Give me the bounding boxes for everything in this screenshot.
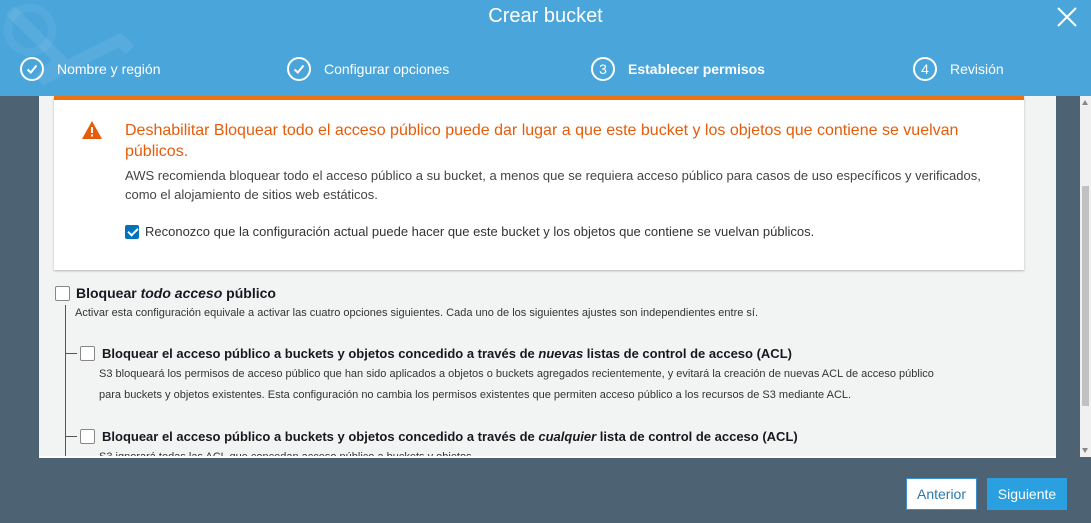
scrollbar-thumb[interactable] bbox=[1082, 186, 1089, 406]
step-label: Establecer permisos bbox=[628, 61, 765, 77]
tree-connector bbox=[65, 436, 77, 437]
tree-connector bbox=[65, 305, 66, 457]
block-all-label: Bloquear todo acceso público bbox=[76, 285, 276, 301]
block-new-acls-label: Bloquear el acceso público a buckets y o… bbox=[102, 346, 792, 361]
close-icon[interactable] bbox=[1054, 4, 1080, 30]
block-new-acls-checkbox[interactable] bbox=[80, 346, 95, 361]
step-nombre-region[interactable]: Nombre y región bbox=[20, 56, 161, 82]
step-number-badge: 3 bbox=[591, 57, 615, 81]
block-any-acls-option[interactable]: Bloquear el acceso público a buckets y o… bbox=[80, 429, 798, 444]
warning-alert: Deshabilitar Bloquear todo el acceso púb… bbox=[54, 96, 1024, 270]
step-establecer-permisos[interactable]: 3 Establecer permisos bbox=[591, 56, 765, 82]
warning-body: AWS recomienda bloquear todo el acceso p… bbox=[125, 168, 981, 202]
step-label: Nombre y región bbox=[57, 61, 161, 77]
check-circle-icon bbox=[20, 57, 44, 81]
step-label: Revisión bbox=[950, 61, 1004, 77]
block-any-acls-label: Bloquear el acceso público a buckets y o… bbox=[102, 429, 798, 444]
tree-connector bbox=[65, 353, 77, 354]
acknowledge-label: Reconozco que la configuración actual pu… bbox=[145, 224, 815, 239]
block-new-acls-option[interactable]: Bloquear el acceso público a buckets y o… bbox=[80, 346, 792, 361]
modal-header: Crear bucket Nombre y región Configurar … bbox=[0, 0, 1091, 96]
previous-button[interactable]: Anterior bbox=[906, 478, 977, 510]
block-new-acls-description: S3 bloqueará los permisos de acceso públ… bbox=[99, 368, 934, 401]
scroll-down-icon[interactable] bbox=[1082, 448, 1088, 453]
acknowledge-checkbox[interactable] bbox=[125, 224, 139, 239]
modal-title: Crear bucket bbox=[488, 5, 603, 27]
scrollbar[interactable] bbox=[1080, 96, 1091, 457]
step-label: Configurar opciones bbox=[324, 61, 450, 77]
block-all-public-access-option[interactable]: Bloquear todo acceso público bbox=[55, 285, 276, 301]
scroll-up-icon[interactable] bbox=[1082, 100, 1088, 105]
content-divider bbox=[39, 456, 1056, 458]
block-all-checkbox[interactable] bbox=[55, 285, 70, 301]
check-circle-icon bbox=[287, 57, 311, 81]
acknowledge-checkbox-row[interactable]: Reconozco que la configuración actual pu… bbox=[125, 224, 814, 239]
warning-triangle-icon bbox=[82, 121, 102, 139]
warning-title: Deshabilitar Bloquear todo el acceso púb… bbox=[125, 122, 959, 160]
block-all-description: Activar esta configuración equivale a ac… bbox=[75, 307, 759, 319]
modal-content: Deshabilitar Bloquear todo el acceso púb… bbox=[39, 96, 1056, 457]
next-button[interactable]: Siguiente bbox=[987, 478, 1067, 510]
step-number-badge: 4 bbox=[913, 57, 937, 81]
block-any-acls-checkbox[interactable] bbox=[80, 429, 95, 444]
step-configurar-opciones[interactable]: Configurar opciones bbox=[287, 56, 449, 82]
step-revision[interactable]: 4 Revisión bbox=[913, 56, 1004, 82]
